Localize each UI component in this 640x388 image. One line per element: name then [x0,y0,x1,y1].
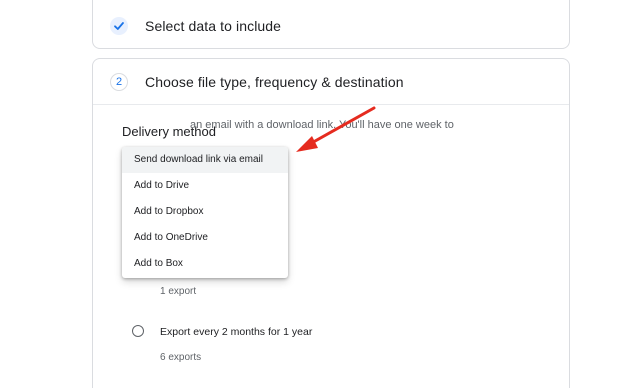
menu-item-dropbox[interactable]: Add to Dropbox [122,199,288,225]
menu-item-email[interactable]: Send download link via email [122,147,288,173]
menu-item-drive[interactable]: Add to Drive [122,173,288,199]
step-title: Choose file type, frequency & destinatio… [145,74,404,90]
step-number-badge: 2 [110,73,128,91]
delivery-method-menu[interactable]: Send download link via email Add to Driv… [122,147,288,278]
step-title: Select data to include [145,18,282,34]
red-arrow-icon [296,106,376,152]
menu-item-box[interactable]: Add to Box [122,251,288,277]
step-header-select-data[interactable]: Select data to include [93,11,569,41]
step-header-file-type[interactable]: 2 Choose file type, frequency & destinat… [93,67,569,97]
radio-export-2-months[interactable] [132,325,144,337]
option-sub-export-2-months: 6 exports [160,352,202,363]
step-card-select-data[interactable]: Select data to include [92,0,570,49]
check-icon [110,17,128,35]
option-label-export-2-months[interactable]: Export every 2 months for 1 year [160,326,312,338]
option-sub-once: 1 export [160,286,197,297]
menu-item-onedrive[interactable]: Add to OneDrive [122,225,288,251]
